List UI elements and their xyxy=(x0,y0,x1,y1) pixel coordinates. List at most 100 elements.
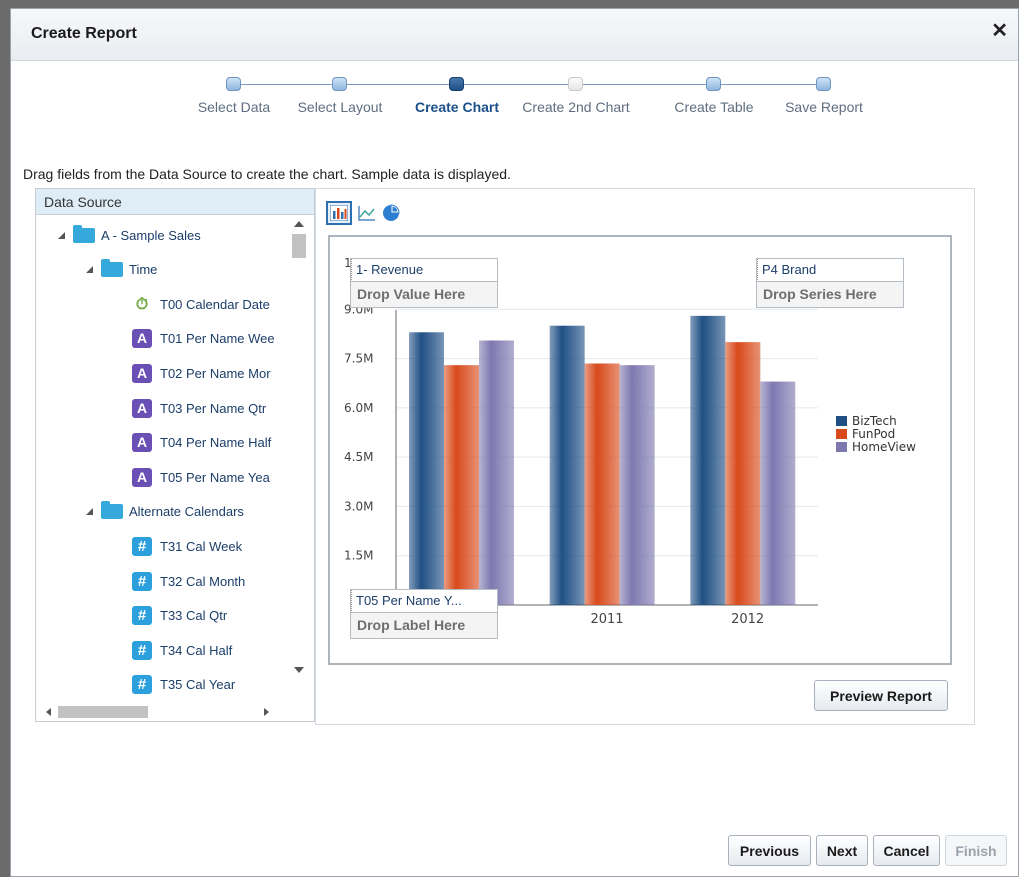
bar-funpod-2012 xyxy=(725,342,761,605)
y-tick-label: 3.0M xyxy=(344,499,373,513)
train-stop-1-dot[interactable] xyxy=(226,77,241,91)
date-icon: ⏱ xyxy=(135,295,149,313)
expand-triangle-icon[interactable] xyxy=(86,266,93,274)
scroll-left-icon[interactable] xyxy=(46,708,51,716)
tree-item-label: T34 Cal Half xyxy=(160,642,233,658)
tree-item[interactable]: ⏱ T00 Calendar Date xyxy=(132,293,270,315)
legend-label: HomeView xyxy=(852,439,916,454)
train-stop-4-label: Create 2nd Chart xyxy=(522,99,630,115)
train-stop-3-label[interactable]: Create Chart xyxy=(415,99,499,115)
tree-item-label: Alternate Calendars xyxy=(129,504,244,520)
expand-triangle-icon[interactable] xyxy=(58,231,65,239)
tree-item[interactable]: # T32 Cal Month xyxy=(132,570,245,592)
chart-panel: 1.5M3.0M4.5M6.0M7.5M9.0M1201020112012 1-… xyxy=(315,188,975,725)
y-tick-label: 6.0M xyxy=(344,401,373,415)
folder-icon xyxy=(101,259,123,278)
tree-item-label: T00 Calendar Date xyxy=(160,296,270,312)
attribute-icon: A xyxy=(132,433,152,453)
series-drop-zone[interactable]: P4 Brand Drop Series Here xyxy=(756,258,904,308)
legend-swatch xyxy=(836,441,847,452)
tree-item[interactable]: # T35 Cal Year xyxy=(132,674,235,696)
expand-triangle-icon[interactable] xyxy=(86,508,93,516)
tree-item-label: T05 Per Name Yea xyxy=(160,469,270,485)
data-source-tree: A - Sample Sales Time ⏱ T00 Calendar Date A T… xyxy=(36,216,314,701)
tree-item[interactable]: # T31 Cal Week xyxy=(132,535,242,557)
attribute-icon: A xyxy=(132,467,152,487)
tree-item[interactable]: A T01 Per Name Wee xyxy=(132,328,275,350)
train-connector-line xyxy=(234,84,824,85)
create-report-dialog: Create Report ✕ Select Data Select Layout… xyxy=(10,8,1019,877)
tree-item-label: T32 Cal Month xyxy=(160,573,246,589)
value-field[interactable]: 1- Revenue xyxy=(351,259,497,282)
attribute-icon: A xyxy=(132,398,152,418)
train-stop-3-dot[interactable] xyxy=(449,77,464,91)
tree-item-label: Time xyxy=(129,262,158,278)
train-stop-1-label[interactable]: Select Data xyxy=(198,99,270,115)
train-stop-2-dot[interactable] xyxy=(332,77,347,91)
tree-item[interactable]: Time xyxy=(86,259,157,281)
tree-item[interactable]: # T34 Cal Half xyxy=(132,639,232,661)
scroll-right-icon[interactable] xyxy=(264,708,269,716)
data-source-panel: Data Source A - Sample Sales Time ⏱ T00 Cal… xyxy=(35,188,315,722)
train-stop-2-label[interactable]: Select Layout xyxy=(298,99,383,115)
previous-button[interactable]: Previous xyxy=(728,835,811,866)
line-chart-icon[interactable] xyxy=(354,201,380,225)
tree-item[interactable]: # T33 Cal Qtr xyxy=(132,605,227,627)
tree-item[interactable]: A T02 Per Name Mor xyxy=(132,362,271,384)
train-stop-6-label[interactable]: Save Report xyxy=(785,99,863,115)
vertical-scroll-thumb[interactable] xyxy=(292,234,306,258)
tree-item[interactable]: Alternate Calendars xyxy=(86,501,244,523)
scroll-down-icon[interactable] xyxy=(294,667,304,673)
tree-item-label: T04 Per Name Half xyxy=(160,435,272,451)
train-stop-5-dot[interactable] xyxy=(706,77,721,91)
legend-item: BizTech xyxy=(836,414,916,428)
series-drop-hint: Drop Series Here xyxy=(757,282,903,307)
tree-item[interactable]: A T03 Per Name Qtr xyxy=(132,397,266,419)
scroll-up-icon[interactable] xyxy=(294,221,304,227)
tree-item-label: T35 Cal Year xyxy=(160,677,236,693)
train-stop-6-dot[interactable] xyxy=(816,77,831,91)
tree-item-label: A - Sample Sales xyxy=(101,227,201,243)
finish-button: Finish xyxy=(945,835,1007,866)
y-tick-label: 1.5M xyxy=(344,549,373,563)
label-drop-zone[interactable]: T05 Per Name Y... Drop Label Here xyxy=(350,589,498,639)
number-icon: # xyxy=(132,571,152,591)
value-drop-hint: Drop Value Here xyxy=(351,282,497,307)
value-drop-zone[interactable]: 1- Revenue Drop Value Here xyxy=(350,258,498,308)
tree-item-label: T31 Cal Week xyxy=(160,538,243,554)
chart-legend: BizTech FunPod HomeView xyxy=(836,414,916,454)
number-icon: # xyxy=(132,640,152,660)
data-source-header: Data Source xyxy=(36,189,314,215)
dialog-titlebar: Create Report ✕ xyxy=(11,9,1018,61)
label-field[interactable]: T05 Per Name Y... xyxy=(351,590,497,613)
tree-item-label: T33 Cal Qtr xyxy=(160,608,228,624)
close-icon[interactable]: ✕ xyxy=(991,21,1008,41)
label-drop-hint: Drop Label Here xyxy=(351,613,497,638)
series-field[interactable]: P4 Brand xyxy=(757,259,903,282)
chart-canvas: 1.5M3.0M4.5M6.0M7.5M9.0M1201020112012 1-… xyxy=(328,235,952,665)
cancel-button[interactable]: Cancel xyxy=(873,835,940,866)
horizontal-scrollbar[interactable] xyxy=(36,703,314,721)
tree-item-label: T03 Per Name Qtr xyxy=(160,400,267,416)
y-tick-label: 4.5M xyxy=(344,450,373,464)
number-icon: # xyxy=(132,675,152,695)
vertical-scrollbar[interactable] xyxy=(290,219,306,675)
legend-item: FunPod xyxy=(836,426,916,441)
bar-chart-icon[interactable] xyxy=(326,201,352,225)
next-button[interactable]: Next xyxy=(816,835,868,866)
tree-item[interactable]: A T04 Per Name Half xyxy=(132,432,271,454)
train-stop-5-label[interactable]: Create Table xyxy=(674,99,753,115)
instructions-text: Drag fields from the Data Source to crea… xyxy=(23,166,511,182)
number-icon: # xyxy=(132,536,152,556)
tree-item-label: T01 Per Name Wee xyxy=(160,331,275,347)
pie-chart-icon[interactable] xyxy=(378,201,404,225)
legend-label: FunPod xyxy=(852,426,896,441)
x-tick-label: 2012 xyxy=(731,612,764,627)
preview-report-button[interactable]: Preview Report xyxy=(814,680,948,711)
tree-item[interactable]: A - Sample Sales xyxy=(58,224,201,246)
bar-biztech-2011 xyxy=(549,325,585,605)
y-tick-label: 7.5M xyxy=(344,352,373,366)
horizontal-scroll-thumb[interactable] xyxy=(58,706,148,718)
tree-item[interactable]: A T05 Per Name Yea xyxy=(132,466,270,488)
bar-homeview-2012 xyxy=(760,381,796,605)
